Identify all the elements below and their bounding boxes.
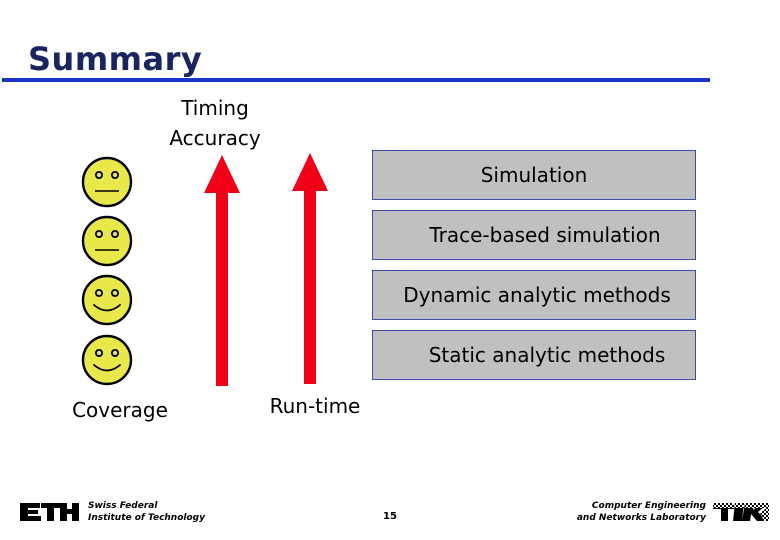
method-label: Dynamic analytic methods	[403, 283, 671, 307]
page-title: Summary	[28, 40, 203, 78]
face-smile-icon	[81, 334, 133, 386]
method-box-static-analytic-methods: Static analytic methods	[372, 330, 696, 380]
eth-line-2: Institute of Technology	[88, 513, 205, 523]
eth-name: Swiss Federal Institute of Technology	[88, 500, 205, 524]
footer-eth: Swiss Federal Institute of Technology	[18, 500, 205, 524]
eth-line-1: Swiss Federal	[88, 501, 158, 511]
tik-name: Computer Engineering and Networks Labora…	[577, 500, 706, 524]
method-label: Simulation	[480, 163, 588, 187]
tik-line-1: Computer Engineering	[591, 501, 706, 511]
axis-label-timing: Timing	[181, 96, 249, 120]
footer-tik: Computer Engineering and Networks Labora…	[577, 500, 770, 524]
face-neutral-icon	[81, 156, 133, 208]
method-label: Static analytic methods	[428, 343, 666, 367]
page-number: 15	[383, 511, 397, 522]
method-box-trace-based-simulation: Trace-based simulation	[372, 210, 696, 260]
axis-label-accuracy: Accuracy	[169, 126, 261, 150]
method-box-dynamic-analytic-methods: Dynamic analytic methods	[372, 270, 696, 320]
axis-label-run-time: Run-time	[269, 394, 361, 418]
method-box-simulation: Simulation	[372, 150, 696, 200]
eth-logo-icon	[20, 503, 79, 521]
tik-logo-icon	[713, 503, 769, 521]
method-label: Trace-based simulation	[429, 223, 661, 247]
tik-line-2: and Networks Laboratory	[576, 513, 706, 523]
arrow-up-icon	[200, 153, 244, 388]
presentation-slide: Summary Timing Accuracy Coverage Run-tim…	[0, 0, 780, 540]
title-divider	[2, 78, 710, 82]
axis-label-coverage: Coverage	[72, 398, 168, 422]
face-smile-icon	[81, 274, 133, 326]
face-neutral-icon	[81, 215, 133, 267]
arrow-up-icon	[288, 151, 332, 386]
